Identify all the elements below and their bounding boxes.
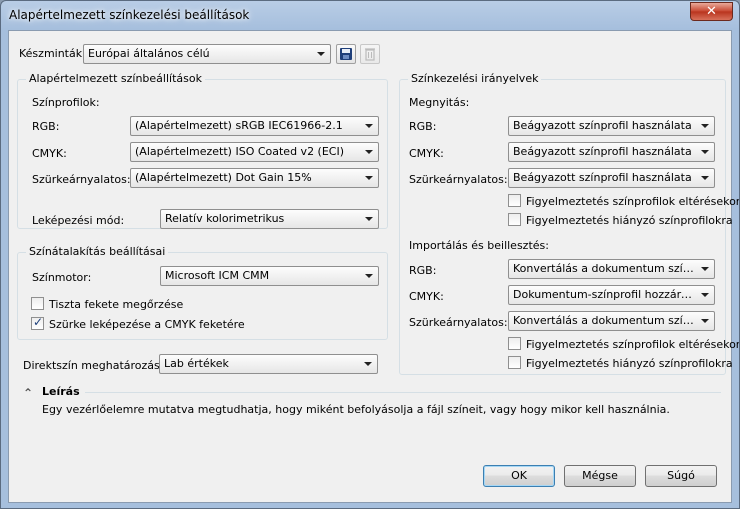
open-gray-select[interactable]: Beágyazott színprofil használata bbox=[508, 168, 715, 188]
chevron-down-icon bbox=[701, 124, 709, 128]
chevron-down-icon bbox=[701, 150, 709, 154]
chevron-down-icon bbox=[365, 150, 373, 154]
preserve-black-checkbox[interactable] bbox=[31, 297, 44, 310]
save-preset-button[interactable] bbox=[336, 44, 356, 64]
description-text: Egy vezérlőelemre mutatva megtudhatja, h… bbox=[42, 403, 670, 416]
open-warn-missing-label: Figyelmeztetés hiányzó színprofilokra bbox=[526, 214, 733, 227]
rgb-profile-label: RGB: bbox=[32, 120, 60, 133]
rgb-profile-select[interactable]: (Alapértelmezett) sRGB IEC61966-2.1 bbox=[130, 116, 379, 136]
open-rgb-label: RGB: bbox=[409, 120, 437, 133]
chevron-down-icon bbox=[365, 124, 373, 128]
chevron-down-icon bbox=[365, 217, 373, 221]
preserve-black-label: Tiszta fekete megőrzése bbox=[49, 298, 184, 311]
color-policies-title: Színkezelési irányelvek bbox=[408, 72, 542, 85]
open-warn-missing-checkbox[interactable] bbox=[508, 213, 521, 226]
open-rgb-select[interactable]: Beágyazott színprofil használata bbox=[508, 116, 715, 136]
gray-to-black-label: Szürke leképezése a CMYK feketére bbox=[49, 318, 245, 331]
chevron-down-icon bbox=[364, 362, 372, 366]
gray-to-black-checkbox[interactable] bbox=[31, 315, 44, 330]
collapse-description-icon[interactable]: ⌃ bbox=[23, 386, 33, 400]
rendering-intent-value: Relatív kolorimetrikus bbox=[165, 212, 285, 225]
cmyk-profile-label: CMYK: bbox=[32, 147, 67, 160]
spot-color-select[interactable]: Lab értékek bbox=[159, 354, 378, 374]
floppy-disk-icon bbox=[340, 48, 352, 60]
spot-color-label: Direktszín meghatározása: bbox=[23, 359, 171, 372]
import-gray-value: Konvertálás a dokumentum színprofi... bbox=[513, 314, 696, 327]
import-warn-mismatch-checkbox[interactable] bbox=[508, 337, 521, 350]
open-warn-mismatch-label: Figyelmeztetés színprofilok eltérésekor bbox=[526, 195, 740, 208]
color-profiles-heading: Színprofilok: bbox=[32, 96, 100, 109]
color-engine-label: Színmotor: bbox=[32, 271, 92, 284]
import-warn-missing-checkbox[interactable] bbox=[508, 356, 521, 369]
color-conversion-group: Színátalakítás beállításai Színmotor: Mi… bbox=[17, 245, 388, 340]
import-warn-mismatch-label: Figyelmeztetés színprofilok eltérésekor bbox=[526, 338, 740, 351]
rendering-intent-label: Leképezési mód: bbox=[32, 214, 125, 227]
title-bar[interactable]: Alapértelmezett színkezelési beállítások… bbox=[1, 1, 739, 29]
help-button[interactable]: Súgó bbox=[645, 465, 717, 487]
cmyk-profile-select[interactable]: (Alapértelmezett) ISO Coated v2 (ECI) bbox=[130, 142, 379, 162]
presets-select[interactable]: Európai általános célú bbox=[83, 44, 331, 64]
open-heading: Megnyitás: bbox=[409, 96, 470, 109]
import-cmyk-label: CMYK: bbox=[409, 290, 444, 303]
import-cmyk-select[interactable]: Dokumentum-színprofil hozzárendel... bbox=[508, 285, 715, 305]
dialog-window: Alapértelmezett színkezelési beállítások… bbox=[0, 0, 740, 509]
color-engine-select[interactable]: Microsoft ICM CMM bbox=[160, 266, 379, 286]
color-policies-group: Színkezelési irányelvek Megnyitás: RGB: … bbox=[399, 72, 739, 375]
import-rgb-label: RGB: bbox=[409, 264, 437, 277]
default-color-settings-title: Alapértelmezett színbeállítások bbox=[26, 72, 205, 85]
import-rgb-select[interactable]: Konvertálás a dokumentum színprofi... bbox=[508, 259, 715, 279]
chevron-down-icon bbox=[701, 293, 709, 297]
presets-value: Európai általános célú bbox=[88, 47, 210, 60]
color-conversion-title: Színátalakítás beállításai bbox=[26, 245, 169, 258]
chevron-down-icon bbox=[365, 176, 373, 180]
rendering-intent-select[interactable]: Relatív kolorimetrikus bbox=[160, 209, 379, 229]
open-cmyk-value: Beágyazott színprofil használata bbox=[513, 145, 692, 158]
rgb-profile-value: (Alapértelmezett) sRGB IEC61966-2.1 bbox=[135, 119, 343, 132]
cancel-button[interactable]: Mégse bbox=[564, 465, 636, 487]
chevron-down-icon bbox=[701, 176, 709, 180]
import-cmyk-value: Dokumentum-színprofil hozzárendel... bbox=[513, 288, 696, 301]
open-warn-mismatch-checkbox[interactable] bbox=[508, 194, 521, 207]
cmyk-profile-value: (Alapértelmezett) ISO Coated v2 (ECI) bbox=[135, 145, 345, 158]
close-button[interactable]: ✕ bbox=[690, 2, 733, 21]
default-color-settings-group: Alapértelmezett színbeállítások Színprof… bbox=[17, 72, 388, 229]
description-title: Leírás bbox=[42, 385, 80, 398]
chevron-down-icon bbox=[365, 274, 373, 278]
dialog-client: Készminták: Európai általános célú Alapé… bbox=[8, 30, 739, 503]
open-cmyk-select[interactable]: Beágyazott színprofil használata bbox=[508, 142, 715, 162]
import-rgb-value: Konvertálás a dokumentum színprofi... bbox=[513, 262, 696, 275]
window-title: Alapértelmezett színkezelési beállítások bbox=[9, 8, 250, 22]
ok-button[interactable]: OK bbox=[483, 465, 555, 487]
delete-preset-button[interactable] bbox=[360, 44, 380, 64]
gray-profile-value: (Alapértelmezett) Dot Gain 15% bbox=[135, 171, 312, 184]
open-rgb-value: Beágyazott színprofil használata bbox=[513, 119, 692, 132]
gray-profile-select[interactable]: (Alapértelmezett) Dot Gain 15% bbox=[130, 168, 379, 188]
presets-label: Készminták: bbox=[19, 47, 86, 60]
trash-icon bbox=[365, 48, 375, 61]
open-cmyk-label: CMYK: bbox=[409, 147, 444, 160]
chevron-down-icon bbox=[317, 52, 325, 56]
open-gray-label: Szürkeárnyalatos: bbox=[409, 173, 508, 186]
import-gray-label: Szürkeárnyalatos: bbox=[409, 316, 508, 329]
import-heading: Importálás és beillesztés: bbox=[409, 239, 549, 252]
import-gray-select[interactable]: Konvertálás a dokumentum színprofi... bbox=[508, 311, 715, 331]
description-divider bbox=[85, 392, 721, 393]
open-gray-value: Beágyazott színprofil használata bbox=[513, 171, 692, 184]
import-warn-missing-label: Figyelmeztetés hiányzó színprofilokra bbox=[526, 357, 733, 370]
chevron-down-icon bbox=[701, 319, 709, 323]
chevron-down-icon bbox=[701, 267, 709, 271]
gray-profile-label: Szürkeárnyalatos: bbox=[32, 173, 131, 186]
color-engine-value: Microsoft ICM CMM bbox=[165, 269, 270, 282]
spot-color-value: Lab értékek bbox=[164, 357, 229, 370]
